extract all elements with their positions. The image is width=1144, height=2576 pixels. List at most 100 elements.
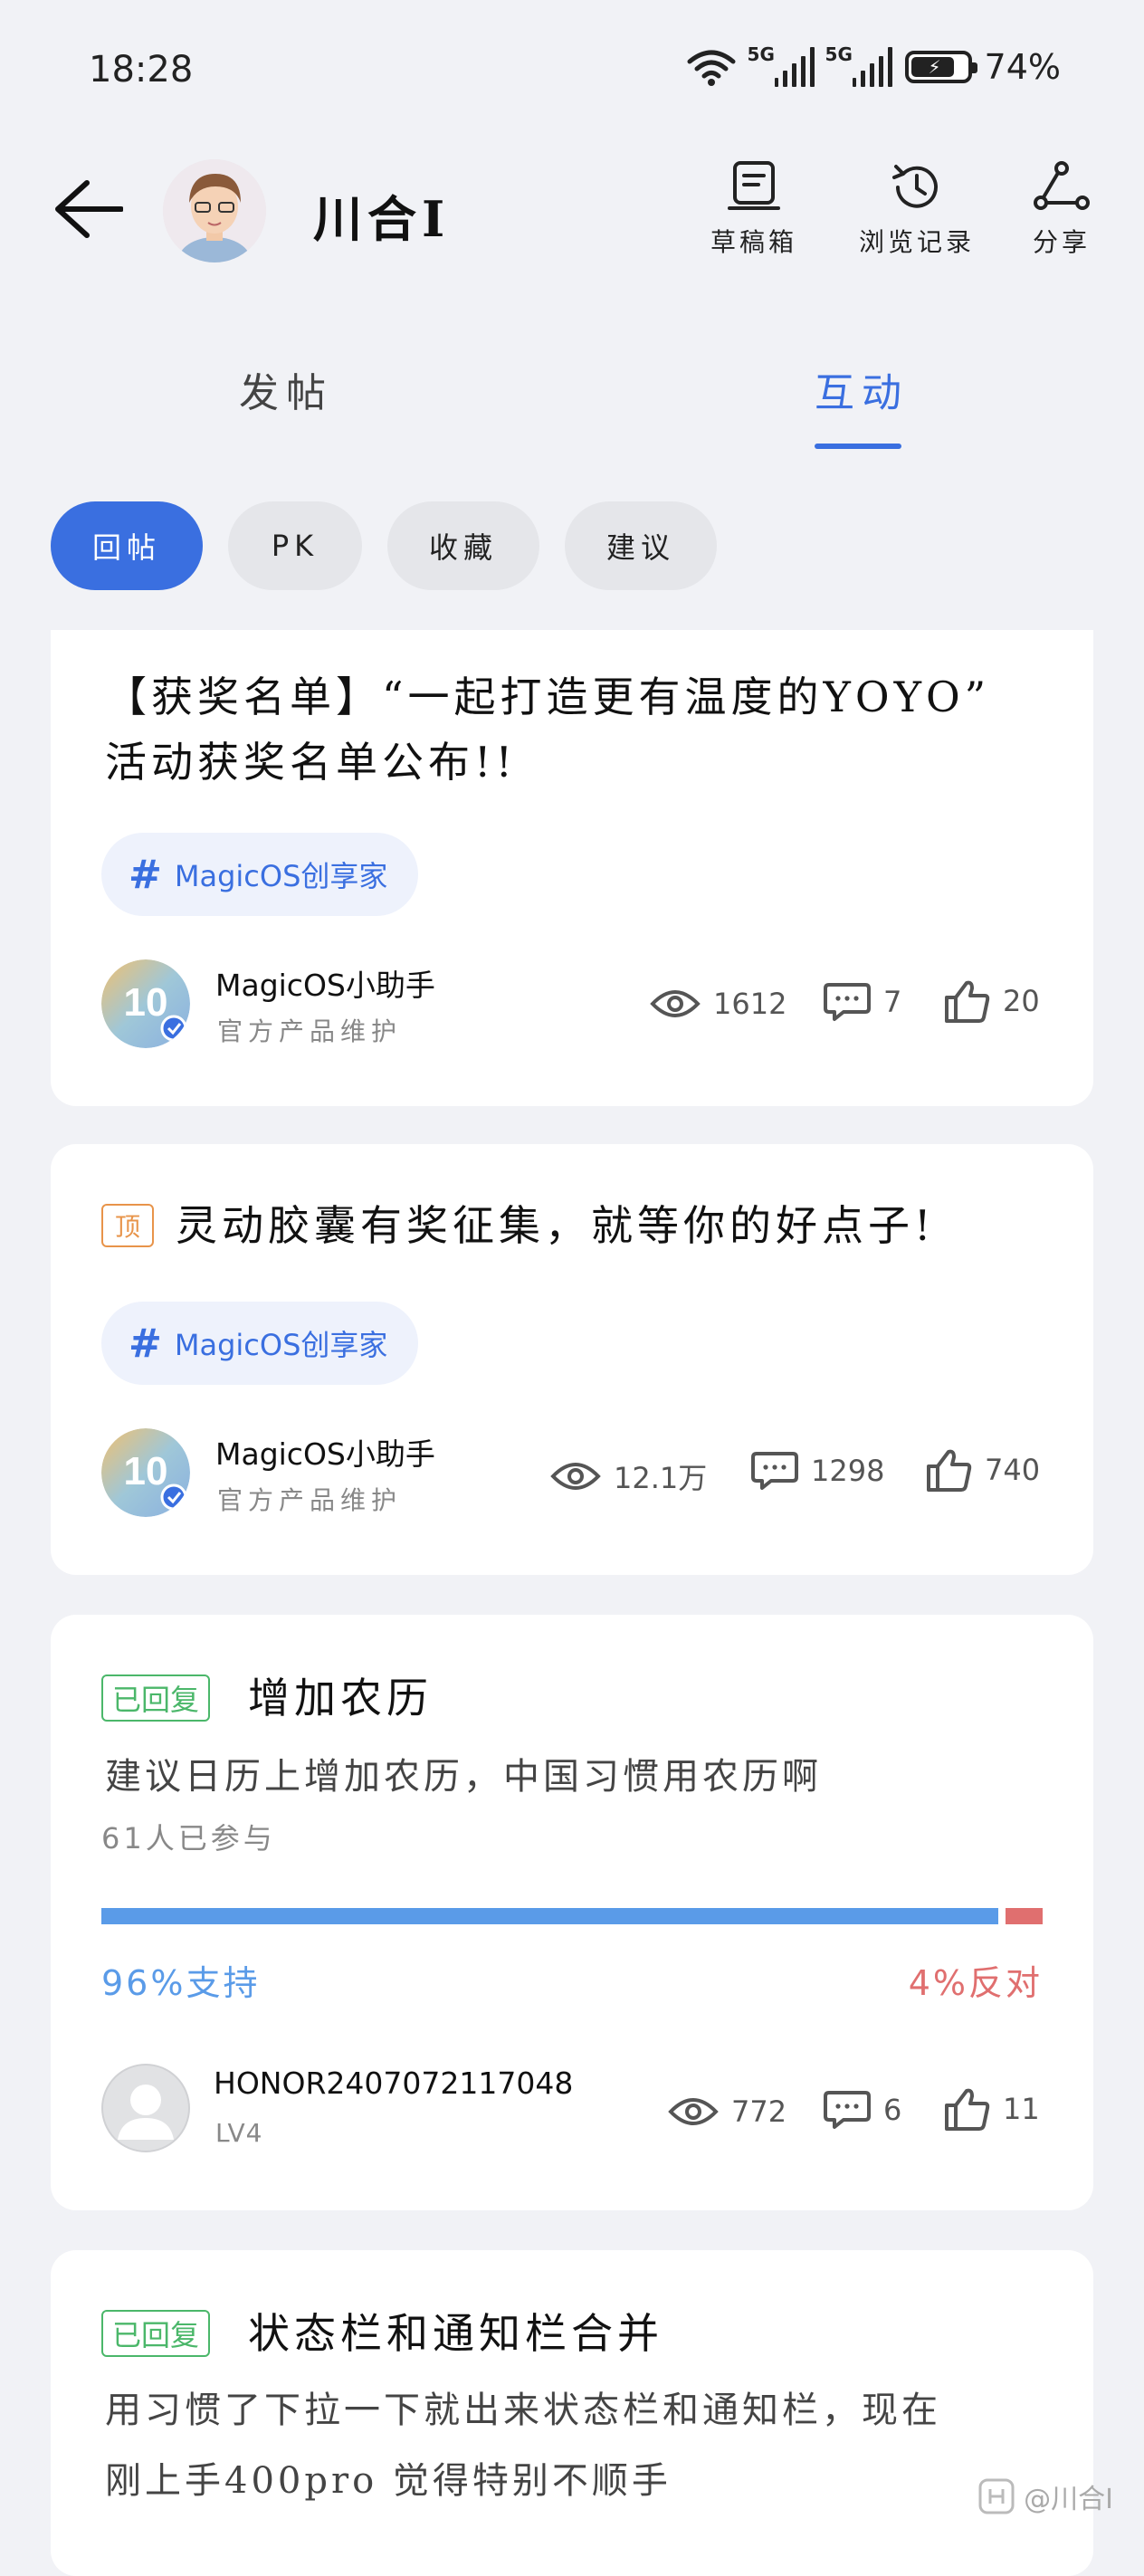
wifi-icon bbox=[687, 50, 736, 86]
history-icon bbox=[892, 165, 938, 208]
thumbs-up-icon bbox=[945, 2088, 990, 2131]
replied-badge: 已回复 bbox=[101, 2310, 211, 2357]
watermark-logo-icon bbox=[978, 2478, 1015, 2514]
history-button[interactable]: 浏览记录 bbox=[840, 159, 994, 259]
view-count: 772 bbox=[668, 2094, 786, 2129]
view-count-value: 12.1万 bbox=[614, 1461, 708, 1495]
eye-icon bbox=[650, 990, 701, 1017]
author-avatar[interactable]: 10 bbox=[101, 1428, 190, 1517]
filter-pk[interactable]: PK bbox=[228, 501, 362, 590]
tab-interactions[interactable]: 互动 bbox=[815, 360, 909, 418]
author-avatar-text: 10 bbox=[124, 1449, 168, 1493]
post-description: 建议日历上增加农历，中国习惯用农历啊 bbox=[105, 1756, 822, 1798]
post-title: 状态栏和通知栏合并 bbox=[248, 2309, 663, 2358]
drafts-icon bbox=[728, 161, 780, 210]
participant-count: 61人已参与 bbox=[101, 1821, 276, 1856]
comment-count[interactable]: 7 bbox=[824, 981, 901, 1023]
support-label: 96%支持 bbox=[101, 1963, 261, 2003]
post-card[interactable]: 【获奖名单】“一起打造更有温度的YOYO” 活动获奖名单公布!! # Magic… bbox=[51, 630, 1093, 1106]
filter-suggestions[interactable]: 建议 bbox=[565, 501, 717, 590]
comment-icon bbox=[751, 1452, 798, 1490]
vote-bar bbox=[101, 1908, 1043, 1924]
default-avatar-icon bbox=[101, 2064, 190, 2152]
status-time: 18:28 bbox=[89, 49, 194, 91]
topic-tag[interactable]: # MagicOS创享家 bbox=[101, 833, 419, 916]
topic-tag[interactable]: # MagicOS创享家 bbox=[101, 1302, 419, 1385]
status-icons: 5G 5G ⚡ 74% bbox=[686, 43, 1061, 87]
comment-count-value: 7 bbox=[883, 985, 902, 1019]
battery-icon: ⚡ bbox=[904, 51, 977, 83]
author-avatar[interactable]: 10 bbox=[101, 959, 190, 1048]
back-arrow-icon[interactable] bbox=[51, 177, 123, 241]
network-label-2: 5G bbox=[825, 43, 853, 65]
comment-icon bbox=[824, 2091, 871, 2129]
post-title: 增加农历 bbox=[248, 1674, 433, 1722]
like-count-value: 20 bbox=[1003, 984, 1040, 1018]
like-count[interactable]: 740 bbox=[925, 1448, 1040, 1492]
comment-icon bbox=[824, 983, 871, 1021]
watermark: @川合I bbox=[978, 2476, 1113, 2516]
suggestion-card[interactable]: 已回复 状态栏和通知栏合并 用习惯了下拉一下就出来状态栏和通知栏，现在 刚上手4… bbox=[51, 2250, 1093, 2576]
username: 川合I bbox=[313, 190, 451, 248]
tab-underline bbox=[815, 444, 901, 449]
topic-label: MagicOS创享家 bbox=[174, 1328, 388, 1362]
author-subtitle: 官方产品维护 bbox=[217, 1016, 403, 1046]
drafts-button[interactable]: 草稿箱 bbox=[677, 159, 831, 259]
suggestion-card[interactable]: 已回复 增加农历 建议日历上增加农历，中国习惯用农历啊 61人已参与 96%支持… bbox=[51, 1615, 1093, 2210]
drafts-label: 草稿箱 bbox=[710, 227, 797, 257]
hashtag-icon: # bbox=[129, 1320, 162, 1367]
like-count[interactable]: 20 bbox=[943, 979, 1040, 1023]
post-description-line2: 刚上手400pro 觉得特别不顺手 bbox=[105, 2460, 672, 2502]
like-count[interactable]: 11 bbox=[943, 2087, 1040, 2131]
network-label-1: 5G bbox=[747, 43, 775, 65]
post-title-line2: 活动获奖名单公布!! bbox=[105, 738, 517, 787]
comment-count[interactable]: 1298 bbox=[751, 1450, 884, 1492]
oppose-bar bbox=[1006, 1908, 1043, 1924]
author-avatar[interactable] bbox=[101, 2064, 190, 2152]
battery-percent: 74% bbox=[984, 47, 1061, 87]
author-name[interactable]: MagicOS小助手 bbox=[215, 961, 435, 1005]
post-description-line1: 用习惯了下拉一下就出来状态栏和通知栏，现在 bbox=[105, 2390, 941, 2431]
author-level: LV4 bbox=[215, 2118, 263, 2148]
comment-count-value: 1298 bbox=[811, 1454, 885, 1488]
comment-count[interactable]: 6 bbox=[824, 2089, 901, 2131]
author-name[interactable]: MagicOS小助手 bbox=[215, 1430, 435, 1474]
share-icon bbox=[1034, 161, 1090, 210]
history-label: 浏览记录 bbox=[858, 227, 975, 257]
replied-badge: 已回复 bbox=[101, 1674, 211, 1722]
author-subtitle: 官方产品维护 bbox=[217, 1485, 403, 1515]
eye-icon bbox=[550, 1463, 601, 1490]
share-label: 分享 bbox=[1032, 227, 1091, 257]
magicos-logo-icon: 10 bbox=[101, 959, 190, 1048]
view-count-value: 772 bbox=[731, 2094, 787, 2129]
comment-count-value: 6 bbox=[883, 2093, 902, 2127]
pinned-badge: 顶 bbox=[101, 1204, 154, 1247]
support-bar bbox=[101, 1908, 998, 1924]
oppose-label: 4%反对 bbox=[908, 1963, 1043, 2003]
share-button[interactable]: 分享 bbox=[985, 159, 1139, 259]
thumbs-up-icon bbox=[927, 1449, 972, 1492]
avatar-image bbox=[163, 159, 266, 262]
magicos-logo-icon: 10 bbox=[101, 1428, 190, 1517]
watermark-text: @川合I bbox=[1024, 2484, 1113, 2515]
hashtag-icon: # bbox=[129, 851, 162, 898]
author-name[interactable]: HONOR2407072117048 bbox=[214, 2066, 573, 2101]
view-count-value: 1612 bbox=[713, 987, 787, 1021]
signal-icon-2: 5G bbox=[825, 43, 892, 87]
topic-label: MagicOS创享家 bbox=[174, 859, 388, 893]
filter-replies[interactable]: 回帖 bbox=[51, 501, 203, 590]
avatar[interactable] bbox=[163, 159, 266, 262]
post-card[interactable]: 顶 灵动胶囊有奖征集，就等你的好点子! # MagicOS创享家 10 Magi… bbox=[51, 1144, 1093, 1575]
signal-icon-1: 5G bbox=[748, 43, 815, 87]
view-count: 12.1万 bbox=[550, 1455, 707, 1497]
author-avatar-text: 10 bbox=[124, 980, 168, 1025]
tab-posts[interactable]: 发帖 bbox=[239, 360, 333, 418]
like-count-value: 11 bbox=[1003, 2092, 1040, 2126]
post-title: 灵动胶囊有奖征集，就等你的好点子! bbox=[176, 1201, 936, 1250]
filter-favorites[interactable]: 收藏 bbox=[387, 501, 539, 590]
eye-icon bbox=[668, 2098, 719, 2125]
post-title-line1: 【获奖名单】“一起打造更有温度的YOYO” bbox=[105, 673, 991, 721]
thumbs-up-icon bbox=[945, 980, 990, 1023]
like-count-value: 740 bbox=[985, 1453, 1041, 1487]
view-count: 1612 bbox=[650, 987, 786, 1021]
